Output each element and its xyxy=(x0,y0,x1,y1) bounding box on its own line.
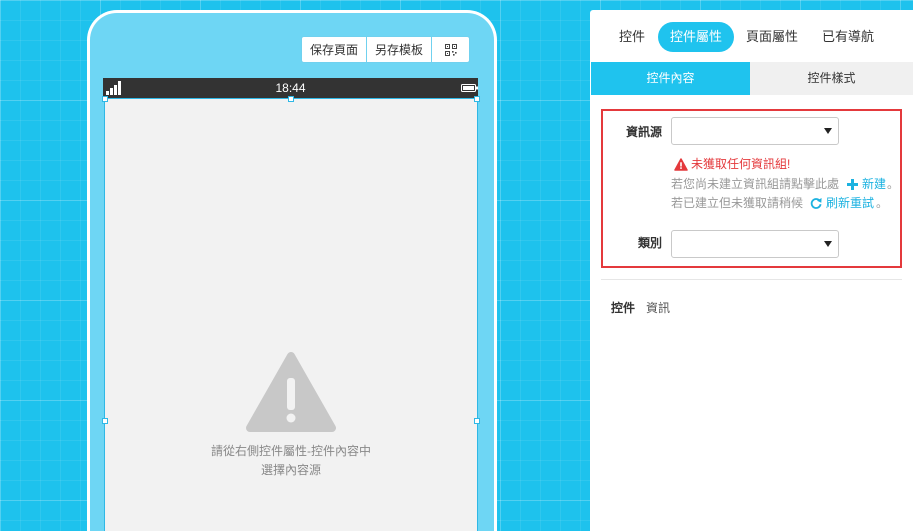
create-hint-end: 。 xyxy=(887,177,900,191)
refresh-icon xyxy=(810,198,822,209)
resize-handle-top[interactable] xyxy=(288,96,294,102)
save-template-label: 另存模板 xyxy=(374,43,423,57)
create-group-link[interactable]: 新建 xyxy=(847,176,886,192)
refresh-retry-link-label: 刷新重試 xyxy=(826,196,875,210)
refresh-hint-end: 。 xyxy=(876,196,889,210)
qr-code-button[interactable] xyxy=(432,37,469,62)
create-hint-text: 若您尚未建立資訊組請點擊此處 xyxy=(671,177,840,191)
dropdown-arrow-icon xyxy=(824,241,832,247)
tab-existing-navigation[interactable]: 已有導航 xyxy=(814,22,882,52)
phone-status-bar: 18:44 xyxy=(103,78,478,98)
properties-panel: 控件 控件屬性 頁面屬性 已有導航 控件內容 控件樣式 資訊源 未獲取任何資訊組… xyxy=(590,10,913,531)
widget-info-value: 資訊 xyxy=(646,301,671,315)
data-source-section: 資訊源 未獲取任何資訊組! 若您尚未建立資訊組請點擊此處 新建 。 若已建立但未… xyxy=(601,109,902,268)
warning-triangle-icon xyxy=(246,352,336,432)
resize-handle-left[interactable] xyxy=(102,418,108,424)
warning-text: 未獲取任何資訊組! xyxy=(691,157,791,171)
resize-handle-top-right[interactable] xyxy=(474,96,480,102)
tab-widget-properties[interactable]: 控件屬性 xyxy=(658,22,734,52)
create-group-link-label: 新建 xyxy=(862,177,887,191)
subtab-widget-style[interactable]: 控件樣式 xyxy=(750,62,913,95)
placeholder-text-line1: 請從右側控件屬性-控件內容中 xyxy=(211,444,371,458)
category-label: 類別 xyxy=(637,236,662,250)
dropdown-arrow-icon xyxy=(824,128,832,134)
phone-toolbar: 保存頁面 另存模板 xyxy=(301,36,470,63)
tab-page-properties[interactable]: 頁面屬性 xyxy=(738,22,806,52)
status-time: 18:44 xyxy=(275,81,306,95)
qr-code-icon xyxy=(444,43,457,56)
battery-icon xyxy=(461,84,478,92)
resize-handle-right[interactable] xyxy=(474,418,480,424)
save-template-button[interactable]: 另存模板 xyxy=(367,37,432,62)
refresh-hint-text: 若已建立但未獲取請稍候 xyxy=(671,196,804,210)
save-page-label: 保存頁面 xyxy=(309,43,358,57)
subtab-widget-content[interactable]: 控件內容 xyxy=(591,62,750,95)
plus-icon xyxy=(847,178,858,190)
source-label: 資訊源 xyxy=(625,125,662,139)
refresh-retry-link[interactable]: 刷新重試 xyxy=(810,195,874,211)
save-page-button[interactable]: 保存頁面 xyxy=(302,37,367,62)
tab-widgets[interactable]: 控件 xyxy=(610,22,654,52)
warning-icon xyxy=(674,157,688,171)
category-select[interactable] xyxy=(671,230,839,258)
placeholder-text-line2: 選擇內容源 xyxy=(260,463,321,477)
widget-info-label: 控件 xyxy=(611,301,636,315)
resize-handle-top-left[interactable] xyxy=(102,96,108,102)
warning-message: 未獲取任何資訊組! xyxy=(674,156,790,172)
source-select[interactable] xyxy=(671,117,839,145)
section-divider xyxy=(601,279,902,280)
